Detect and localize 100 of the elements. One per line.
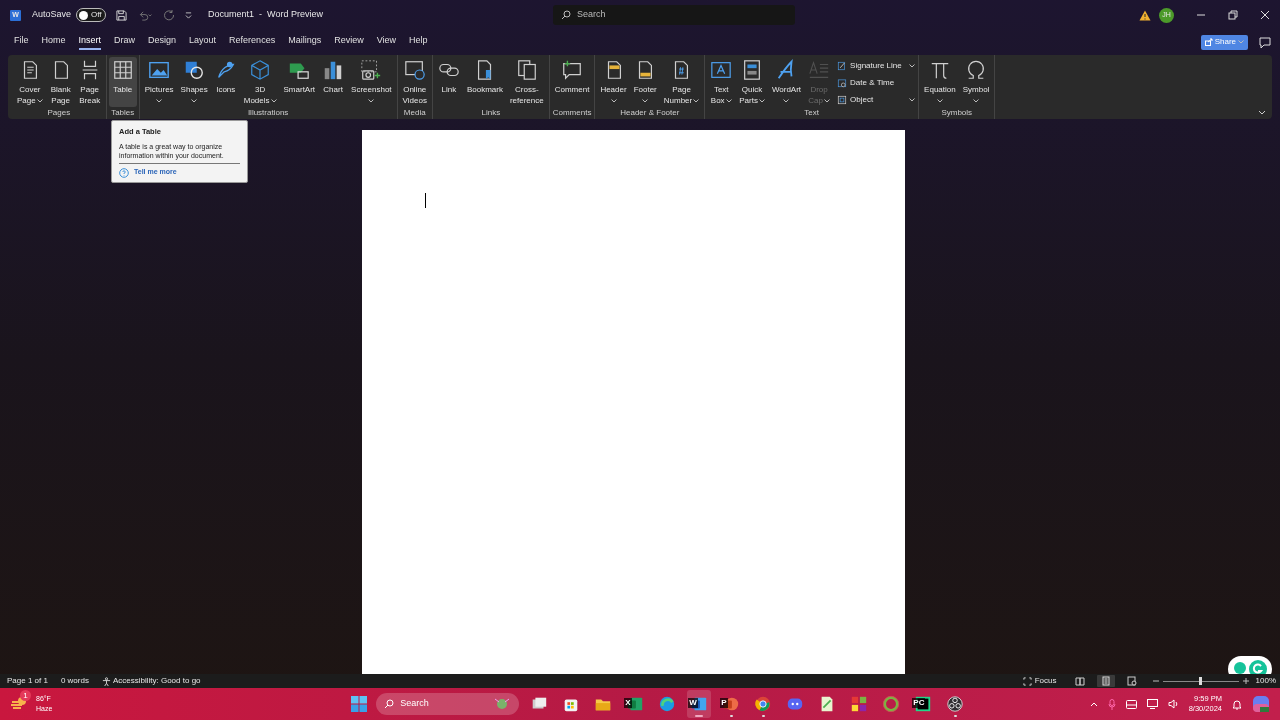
shapes-icon [183, 59, 206, 81]
ribbon-small-button[interactable]: Signature Line [836, 58, 917, 73]
ribbon-button[interactable]: Equation [921, 57, 959, 107]
ribbon-button[interactable]: Blank Page [46, 57, 75, 107]
app-letter: X [624, 698, 632, 708]
running-indicator [953, 715, 957, 717]
text-box-icon [710, 59, 733, 81]
ribbon-button[interactable]: Symbol [959, 57, 993, 107]
menu-tab[interactable]: Insert [78, 33, 102, 51]
ribbon-button[interactable]: Cover Page [14, 57, 46, 107]
drop-cap-icon [808, 59, 831, 81]
zoom-out-icon [1152, 678, 1159, 684]
ribbon-button[interactable]: WordArt [768, 57, 805, 107]
ribbon-button[interactable]: Text Box [707, 57, 736, 107]
aperture-icon [946, 695, 965, 713]
ribbon-button[interactable]: Link [434, 57, 463, 107]
ribbon-button[interactable]: Screenshot [348, 57, 395, 107]
ribbon-button[interactable]: Cross- reference [506, 57, 547, 107]
circle-icon [754, 695, 773, 713]
taskbar-app[interactable]: W [687, 690, 712, 718]
menu-tab[interactable]: Layout [189, 33, 217, 51]
ribbon-button[interactable]: Online Videos [399, 57, 430, 107]
ribbon-button[interactable]: Page Break [75, 57, 104, 107]
search-field[interactable]: Search [552, 5, 795, 25]
document-title: Document1 - Word Preview [208, 8, 323, 22]
ribbon-button[interactable]: Quick Parts [736, 57, 768, 107]
comments-icon [1258, 35, 1272, 49]
caret-icon [368, 98, 375, 103]
group-label: Symbols [940, 107, 974, 119]
accessibility-status[interactable]: Accessibility: Good to go [101, 675, 201, 687]
ribbon-button[interactable]: Shapes [177, 57, 211, 107]
caret-icon [642, 98, 649, 103]
taskbar-app[interactable]: PC [911, 690, 936, 718]
caret-icon [191, 98, 198, 103]
pages-icon [515, 59, 538, 81]
caret-icon [1238, 40, 1244, 44]
group-label: Text [803, 107, 820, 119]
comment-icon [561, 59, 584, 81]
ribbon-button[interactable]: Bookmark [463, 57, 506, 107]
ribbon-button[interactable]: Icons [211, 57, 240, 107]
menu-tab[interactable]: Home [41, 33, 66, 51]
zoom-level[interactable]: 100% [1255, 675, 1280, 687]
menu-tab[interactable]: View [376, 33, 397, 51]
microphone-icon [1107, 698, 1116, 710]
group-label: Media [402, 107, 427, 119]
ribbon-button[interactable]: Footer [630, 57, 660, 107]
signature-icon [837, 60, 848, 71]
caret-icon [909, 63, 916, 68]
taskbar-search[interactable]: Search [376, 693, 520, 715]
taskbar-app[interactable]: P [719, 690, 744, 718]
menu-tab[interactable]: Design [148, 33, 177, 51]
warning-icon [1139, 9, 1151, 21]
group-label: Tables [110, 107, 136, 119]
windows-icon [350, 695, 369, 713]
ribbon-button[interactable]: Table [108, 57, 137, 107]
group-label: Comments [551, 107, 593, 119]
book-icon [1074, 676, 1085, 686]
text-cursor [425, 193, 426, 208]
ribbon-small-button[interactable]: Date & Time [836, 75, 917, 90]
menu-tab[interactable]: Draw [114, 33, 136, 51]
menu-tab[interactable]: References [229, 33, 276, 51]
zoom-slider[interactable] [1162, 677, 1239, 685]
ribbon-small-button[interactable]: Object [836, 92, 917, 107]
ribbon-button[interactable]: Pictures [141, 57, 177, 107]
caret-icon [693, 98, 700, 103]
word-count[interactable]: 0 words [60, 675, 89, 687]
view-button[interactable] [1096, 675, 1115, 687]
ribbon-button[interactable]: Chart [319, 57, 348, 107]
menu-tab[interactable]: Mailings [288, 33, 322, 51]
ribbon-button[interactable]: Comment [551, 57, 593, 107]
page-icon [1100, 676, 1111, 686]
group-label: Illustrations [246, 107, 290, 119]
menu-tab[interactable]: Review [334, 33, 364, 51]
autosave-label: AutoSave [32, 8, 72, 22]
redo-icon [163, 9, 176, 21]
focus-button[interactable]: Focus [1022, 675, 1057, 687]
focus-icon [1022, 676, 1032, 686]
search-highlight-icon [493, 697, 512, 711]
accessibility-icon [101, 676, 111, 686]
zoom-thumb[interactable] [1199, 677, 1203, 685]
page-count[interactable]: Page 1 of 1 [7, 675, 48, 687]
share-button[interactable]: Share [1200, 34, 1248, 50]
taskbar-app[interactable]: X [623, 690, 648, 718]
object-icon [837, 94, 848, 105]
camera-icon [360, 59, 383, 81]
menu-tab[interactable]: Help [409, 33, 428, 51]
video-icon [403, 59, 426, 81]
ribbon-button[interactable]: Page Number [660, 57, 703, 107]
undo-icon [137, 9, 154, 21]
group-label: Pages [46, 107, 72, 119]
customize-icon [185, 11, 193, 19]
ribbon-button[interactable]: SmartArt [280, 57, 319, 107]
menu-tab[interactable]: File [14, 33, 29, 51]
bell-icon [1232, 698, 1242, 710]
share-icon [1204, 38, 1213, 46]
search-icon [560, 10, 571, 20]
ribbon-button[interactable]: 3D Models [240, 57, 280, 107]
globe-icon [658, 695, 677, 713]
ribbon-button[interactable]: Header [597, 57, 630, 107]
autosave-toggle[interactable]: Off [76, 8, 107, 22]
